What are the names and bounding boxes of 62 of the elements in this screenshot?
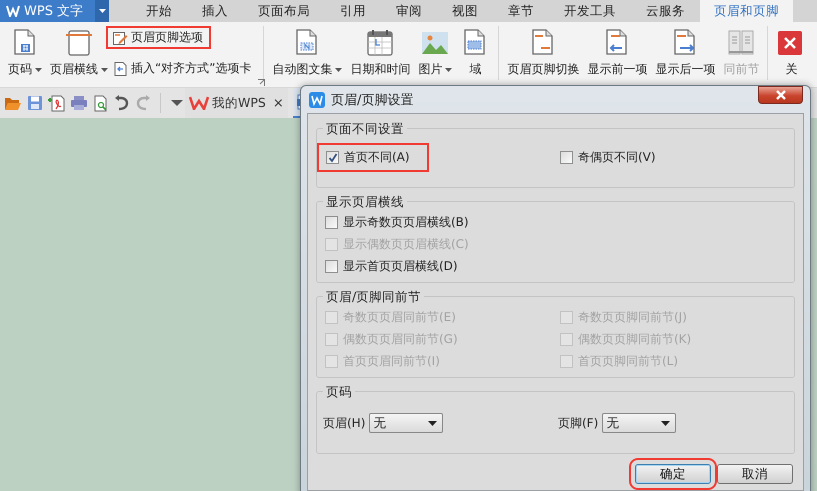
checkbox[interactable]: 奇偶页不同(V) (558, 150, 658, 165)
ribbon-button[interactable]: 图片 (414, 26, 456, 80)
caret-icon (101, 68, 108, 72)
caret-icon (428, 420, 438, 426)
dialog-launcher-icon[interactable] (258, 79, 266, 86)
header-line-icon (64, 28, 94, 58)
edit-document-icon (112, 30, 128, 46)
close-tab-button[interactable]: × (272, 96, 284, 110)
open-folder-icon[interactable] (4, 95, 22, 111)
caret-icon[interactable] (95, 0, 109, 22)
group-title: 显示页眉横线 (325, 194, 405, 209)
group-title: 页码 (325, 384, 353, 399)
menu-tab[interactable]: 页眉和页脚 (700, 0, 793, 22)
ribbon-button[interactable]: 显示前一项 (583, 26, 652, 80)
menu-tab[interactable]: 引用 (325, 0, 381, 22)
menu-tab[interactable]: 云服务 (631, 0, 700, 22)
save-icon[interactable] (27, 95, 43, 111)
export-pdf-icon[interactable] (48, 94, 65, 112)
dropdown-field[interactable]: 无 (602, 413, 676, 433)
check-icon (328, 152, 338, 162)
calendar-icon (365, 28, 396, 58)
menu-tab[interactable]: 审阅 (381, 0, 437, 22)
dropdown-icon[interactable] (170, 99, 184, 107)
print-icon[interactable] (70, 95, 88, 111)
menu-tab[interactable]: 插入 (187, 0, 243, 22)
ribbon-button[interactable]: 页眉页脚选项 (106, 26, 211, 49)
wps-logo-icon (6, 5, 20, 17)
ribbon-button[interactable]: 自动图文集 (268, 26, 346, 80)
insert-tab-icon (112, 60, 128, 76)
dialog-button[interactable]: 取消 (717, 464, 793, 484)
caret-icon (445, 68, 452, 72)
wps-logo-icon (189, 96, 209, 110)
field-label: 页眉(H) (323, 414, 366, 432)
print-preview-icon[interactable] (93, 94, 109, 112)
close-button[interactable] (758, 86, 803, 104)
ribbon-button[interactable]: 显示后一项 (651, 26, 720, 80)
group-title: 页面不同设置 (325, 121, 405, 136)
ribbon-button[interactable]: 日期和时间 (346, 26, 414, 80)
menu-tab[interactable]: 章节 (493, 0, 549, 22)
menu-tab[interactable]: 视图 (437, 0, 493, 22)
menu-tab[interactable]: 页面布局 (243, 0, 325, 22)
ribbon-button[interactable]: 页码 (4, 26, 46, 80)
menu-tab[interactable]: 开发工具 (549, 0, 631, 22)
field-label: 页脚(F) (558, 414, 598, 432)
group-title: 页眉/页脚同前节 (325, 289, 422, 304)
caret-icon (661, 420, 670, 426)
checkbox[interactable]: 显示首页页眉横线(D) (323, 259, 460, 274)
caret-icon (35, 68, 42, 72)
caret-icon (335, 68, 342, 72)
checkbox[interactable]: 首页不同(A) (324, 150, 422, 165)
close-icon (774, 90, 786, 100)
undo-icon[interactable] (114, 95, 130, 111)
ribbon-button[interactable]: 页眉页脚切换 (503, 26, 584, 80)
dropdown-field[interactable]: 无 (369, 413, 444, 433)
app-menu-button[interactable]: WPS 文字 (0, 0, 95, 22)
dialog-title: 页眉/页脚设置 (331, 92, 414, 108)
wps-logo-icon (309, 92, 325, 108)
document-tab[interactable]: 我的WPS × (185, 88, 288, 118)
ribbon-button[interactable]: 域 (456, 26, 494, 80)
ribbon-button[interactable]: 关 (772, 26, 810, 80)
checkbox[interactable]: 显示奇数页页眉横线(B) (323, 215, 471, 230)
menu-tab[interactable]: 开始 (131, 0, 187, 22)
